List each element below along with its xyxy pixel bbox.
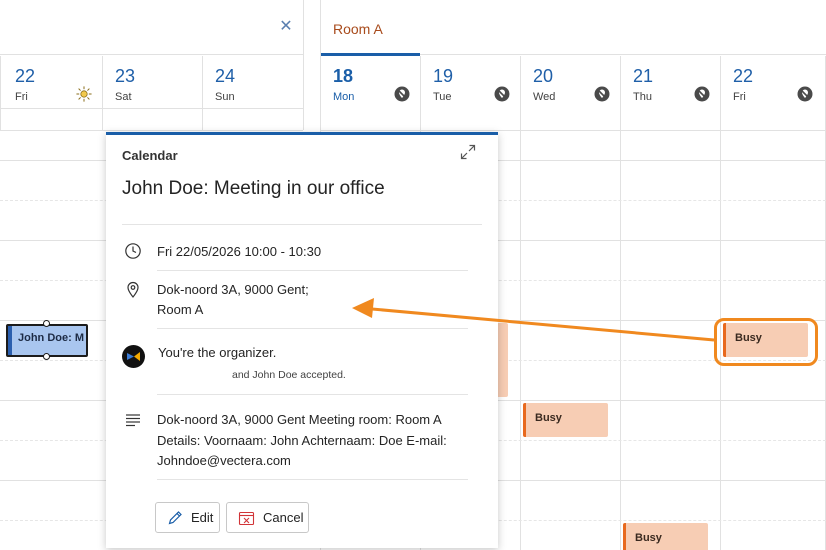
- annotation-arrow-icon: [352, 298, 715, 342]
- calendar-view: ✕ Room A 22 Fri 23 Sat 24 Sun 18 Mon 19 …: [0, 0, 826, 550]
